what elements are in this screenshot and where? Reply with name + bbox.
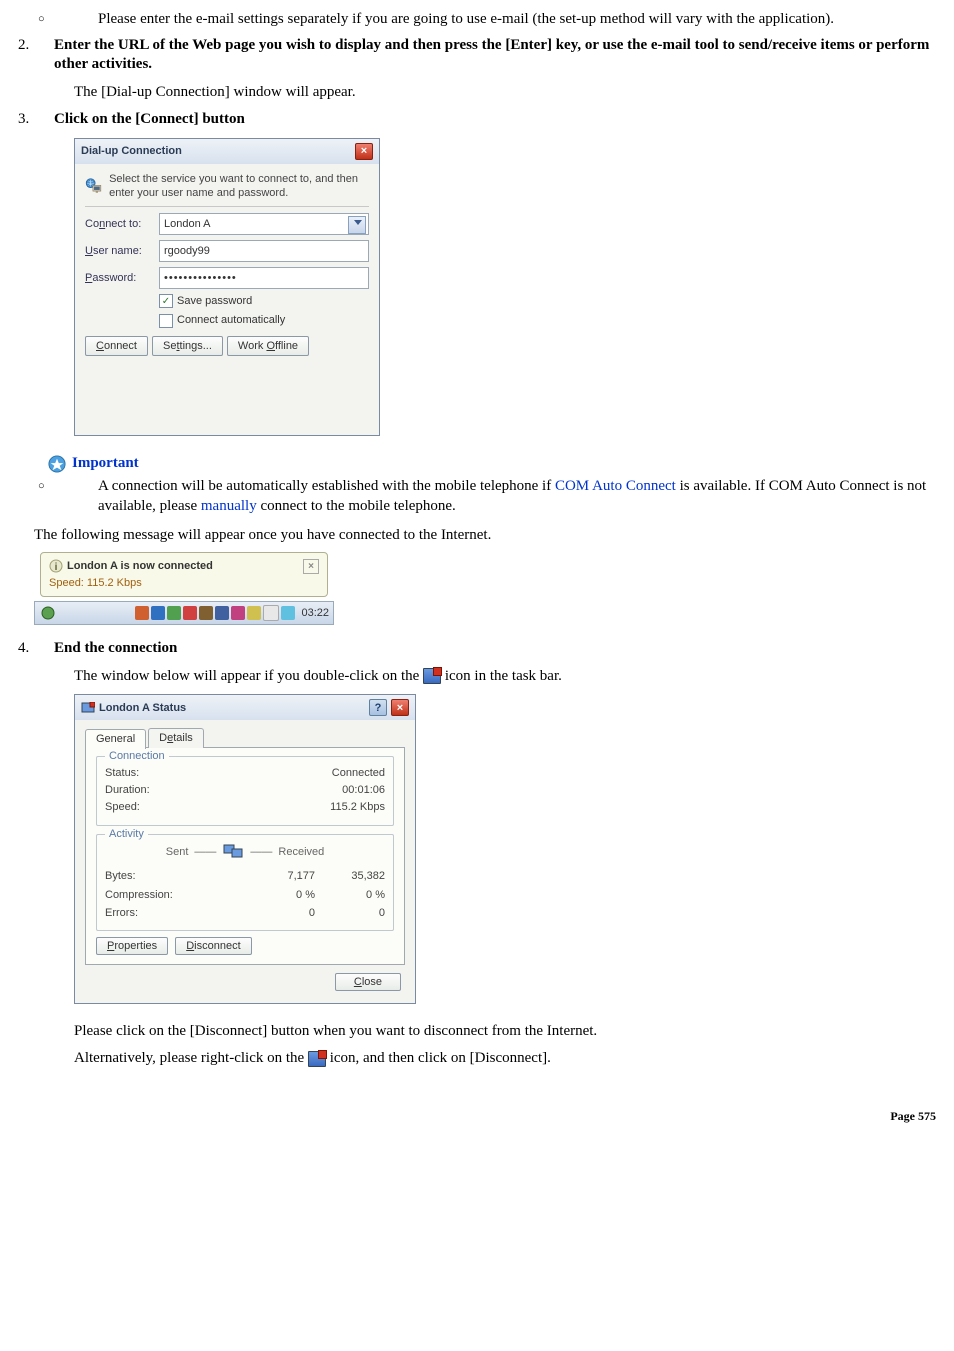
- speed-value: 115.2 Kbps: [330, 800, 385, 814]
- taskbar: 03:22: [34, 601, 334, 625]
- step-3-heading: Click on the [Connect] button: [54, 110, 936, 130]
- username-input[interactable]: rgoody99: [159, 240, 369, 262]
- tray-icon[interactable]: [263, 605, 279, 621]
- important-heading: Important: [72, 454, 139, 474]
- bytes-sent: 7,177: [245, 867, 315, 885]
- svg-text:i: i: [55, 562, 58, 573]
- err-sent: 0: [245, 904, 315, 922]
- save-password-label: Save password: [177, 294, 252, 308]
- connection-tray-icon: [423, 668, 441, 684]
- tray-icon[interactable]: [199, 606, 213, 620]
- connect-to-label: Connect to:: [85, 217, 159, 231]
- step-number-2: 2.: [18, 36, 54, 75]
- tab-details[interactable]: Details: [148, 728, 204, 747]
- tray-icon[interactable]: [135, 606, 149, 620]
- sent-header: Sent: [166, 845, 189, 859]
- password-input[interactable]: •••••••••••••••: [159, 267, 369, 289]
- duration-label: Duration:: [105, 783, 150, 797]
- dialup-window-title: Dial-up Connection: [81, 144, 182, 158]
- username-label: User name:: [85, 244, 159, 258]
- duration-value: 00:01:06: [342, 783, 385, 797]
- comp-sent: 0 %: [245, 886, 315, 904]
- group-activity: Activity: [105, 827, 148, 841]
- tray-start-icon[interactable]: [41, 606, 55, 620]
- list-bullet: ○: [38, 13, 45, 25]
- tray-icon[interactable]: [281, 606, 295, 620]
- balloon-close-icon[interactable]: ×: [303, 559, 319, 574]
- speed-label: Speed:: [105, 800, 140, 814]
- compression-label: Compression:: [105, 886, 245, 904]
- status-label: Status:: [105, 766, 139, 780]
- comp-recv: 0 %: [315, 886, 385, 904]
- list-bullet: ○: [38, 480, 45, 492]
- page-number: Page 575: [890, 1109, 936, 1123]
- help-icon[interactable]: ?: [369, 699, 387, 716]
- work-offline-button[interactable]: Work Offline: [227, 336, 309, 356]
- group-connection: Connection: [105, 749, 169, 763]
- received-header: Received: [278, 845, 324, 859]
- save-password-checkbox[interactable]: ✓: [159, 294, 173, 308]
- chevron-down-icon[interactable]: [354, 220, 362, 225]
- status-value: Connected: [332, 766, 385, 780]
- connect-to-select[interactable]: London A: [159, 213, 369, 235]
- password-label: Password:: [85, 271, 159, 285]
- important-body: A connection will be automatically estab…: [98, 477, 936, 516]
- bytes-label: Bytes:: [105, 867, 245, 885]
- step-number-3: 3.: [18, 110, 54, 130]
- connect-auto-checkbox[interactable]: [159, 314, 173, 328]
- manually-link[interactable]: manually: [201, 498, 257, 514]
- close-button[interactable]: Close: [335, 973, 401, 991]
- tray-clock: 03:22: [301, 606, 329, 620]
- tab-general[interactable]: General: [85, 729, 146, 748]
- step-4-p1: The window below will appear if you doub…: [74, 667, 936, 687]
- close-icon[interactable]: ×: [355, 143, 373, 160]
- tray-icon[interactable]: [183, 606, 197, 620]
- dialup-connection-window: Dial-up Connection × Select the service …: [74, 138, 380, 436]
- tray-icon[interactable]: [215, 606, 229, 620]
- step-4-heading: End the connection: [54, 639, 936, 659]
- status-title-icon: [81, 702, 95, 714]
- step-number-4: 4.: [18, 639, 54, 659]
- connect-button[interactable]: Connect: [85, 336, 148, 356]
- status-window-title: London A Status: [99, 701, 186, 715]
- balloon-speed: Speed: 115.2 Kbps: [49, 576, 319, 590]
- connected-message-intro: The following message will appear once y…: [34, 526, 936, 546]
- close-icon[interactable]: ×: [391, 699, 409, 716]
- info-icon: i: [49, 559, 63, 573]
- step-4-p3: Alternatively, please right-click on the…: [74, 1049, 936, 1069]
- step-2-followup: The [Dial-up Connection] window will app…: [74, 83, 936, 103]
- bytes-recv: 35,382: [315, 867, 385, 885]
- important-icon: [48, 455, 66, 473]
- properties-button[interactable]: Properties: [96, 937, 168, 955]
- tray-notification: i London A is now connected × Speed: 115…: [34, 552, 334, 625]
- err-recv: 0: [315, 904, 385, 922]
- dialup-icon: [85, 172, 103, 200]
- tray-icon[interactable]: [167, 606, 181, 620]
- connection-tray-icon: [308, 1051, 326, 1067]
- settings-button[interactable]: Settings...: [152, 336, 223, 356]
- dialup-blurb: Select the service you want to connect t…: [109, 172, 369, 201]
- status-window: London A Status ? × General Details Conn…: [74, 694, 416, 1004]
- com-auto-connect-link[interactable]: COM Auto Connect: [555, 478, 676, 494]
- errors-label: Errors:: [105, 904, 245, 922]
- step-2-heading: Enter the URL of the Web page you wish t…: [54, 36, 936, 75]
- step-4-p2: Please click on the [Disconnect] button …: [74, 1022, 936, 1042]
- tray-icon[interactable]: [151, 606, 165, 620]
- bullet-email-settings: Please enter the e-mail settings separat…: [98, 10, 936, 30]
- disconnect-button[interactable]: Disconnect: [175, 937, 251, 955]
- tray-icon[interactable]: [231, 606, 245, 620]
- activity-icon: [222, 843, 244, 861]
- tray-icon[interactable]: [247, 606, 261, 620]
- connect-auto-label: Connect automatically: [177, 313, 285, 327]
